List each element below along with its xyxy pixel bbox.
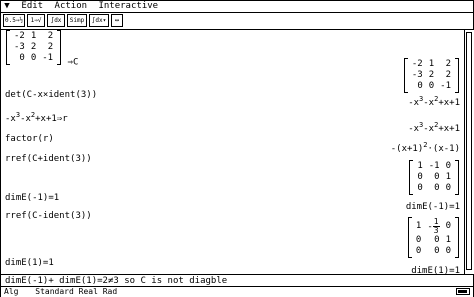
r-term-3: +x+1⇒r: [35, 114, 68, 124]
matrix-cell: 0: [445, 246, 451, 256]
matrix-cell: 1: [417, 161, 423, 171]
menu-bar: ▼ Edit Action Interactive: [1, 1, 473, 13]
matrix-cell: 1: [415, 221, 422, 231]
result-line-matrix: -2 1 2 -3 2 2 0 0 -1: [403, 58, 460, 96]
matrix-cell: -1: [440, 81, 451, 91]
fraction: 13: [432, 218, 440, 235]
matrix-cell: 0: [30, 53, 37, 63]
integral-label: ∫dx: [50, 17, 62, 24]
matrix-cell: -3: [411, 70, 423, 80]
simplify-label: Simp: [69, 17, 85, 24]
matrix-cell: -2: [14, 31, 25, 41]
matrix-cell: 2: [445, 70, 451, 80]
store-suffix: ⇒C: [67, 57, 79, 68]
scroll-thumb[interactable]: [466, 32, 472, 270]
input-line-rref-minus[interactable]: rref(C-ident(3)): [5, 211, 92, 221]
input-line-det[interactable]: det(C-x×ident(3)): [5, 90, 97, 100]
r-res-term-2: -x: [423, 124, 435, 134]
matrix-cell: 2: [428, 70, 435, 80]
matrix-cell: -2: [411, 59, 423, 69]
sqrt-label: 1⇒√: [30, 17, 42, 24]
menu-action[interactable]: Action: [52, 1, 91, 12]
det-term-1: -x: [408, 98, 420, 108]
matrix-cell: 0: [434, 183, 440, 193]
matrix-cell: 2: [30, 42, 37, 52]
input-matrix: -2 1 2 -3 2 2 0 0 -1: [5, 30, 62, 65]
matrix-cell: 0: [434, 246, 440, 256]
status-bar: Alg Standard Real Rad: [1, 286, 473, 297]
current-input-text[interactable]: dimE(-1)+ dimE(1)=2≠3 so C is not diagbl…: [5, 276, 227, 286]
factor-term-1: -(x+1): [390, 144, 424, 154]
matrix-cell: 1: [30, 31, 37, 41]
input-line-factor[interactable]: factor(r): [5, 134, 54, 144]
matrix-cell: 0: [434, 172, 440, 182]
swap-label: ↔: [114, 16, 120, 24]
matrix-cell: 0: [417, 81, 423, 91]
result-line-dim-pos1: dimE(1)=1: [411, 266, 460, 274]
result-line-rref-plus: 1 -1 0 001 000: [408, 160, 460, 198]
result-matrix: -2 1 2 -3 2 2 0 0 -1: [403, 58, 460, 93]
input-line-rref-plus[interactable]: rref(C+ident(3)): [5, 154, 92, 164]
matrix-cell: -1: [428, 161, 440, 171]
matrix-cell: 0: [417, 183, 423, 193]
matrix-cell: 2: [445, 59, 451, 69]
swap-button[interactable]: ↔: [111, 14, 123, 27]
input-line-store-r[interactable]: -x3-x2+x+1⇒r: [5, 112, 68, 125]
result-line-dim-neg1: dimE(-1)=1: [405, 202, 460, 212]
r-res-term-1: -x: [408, 124, 420, 134]
matrix-cell: 1: [445, 235, 451, 245]
result-line-factor: -(x+1)2·(x-1): [390, 142, 460, 155]
integral-button[interactable]: ∫dx: [47, 14, 65, 27]
r-term-1: -x: [5, 114, 16, 124]
matrix-cell: 0: [19, 53, 25, 63]
matrix-cell: 1: [428, 59, 435, 69]
matrix-cell-fraction: -13: [424, 218, 442, 235]
fraction-decimal-label: 0.5⇒½: [4, 17, 24, 24]
matrix-cell: -3: [14, 42, 25, 52]
calculator-window: ▼ Edit Action Interactive 0.5⇒½ 1⇒√ ∫dx …: [0, 0, 474, 297]
matrix-cell: 0: [445, 183, 451, 193]
r-term-2: -x: [20, 114, 31, 124]
input-line-dim-neg1[interactable]: dimE(-1)=1: [5, 193, 59, 203]
det-term-3: +x+1: [438, 98, 460, 108]
matrix-cell: 0: [434, 235, 440, 245]
matrix-cell: 1: [445, 172, 451, 182]
status-settings: Standard Real Rad: [35, 287, 118, 296]
det-term-2: -x: [423, 98, 435, 108]
simplify-button[interactable]: Simp: [67, 14, 87, 27]
result-line-store-r: -x3-x2+x+1: [408, 122, 460, 135]
matrix-cell: -1: [42, 53, 54, 63]
toolbar: 0.5⇒½ 1⇒√ ∫dx Simp ∫dx▾ ↔: [1, 13, 473, 30]
fraction-decimal-button[interactable]: 0.5⇒½: [3, 14, 25, 27]
factor-term-2: ·(x-1): [427, 144, 460, 154]
result-line-det: -x3-x2+x+1: [408, 96, 460, 109]
input-line-dim-pos1[interactable]: dimE(1)=1: [5, 258, 54, 268]
matrix-cell: 2: [47, 31, 54, 41]
rref-plus-matrix: 1 -1 0 001 000: [408, 160, 460, 195]
matrix-cell: 0: [415, 246, 422, 256]
matrix-cell: 0: [445, 161, 451, 171]
battery-icon: [456, 288, 470, 295]
rref-minus-matrix: 1 -13 0 001 000: [407, 217, 460, 258]
matrix-cell: 2: [47, 42, 54, 52]
r-res-term-3: +x+1: [438, 124, 460, 134]
sqrt-button[interactable]: 1⇒√: [27, 14, 45, 27]
result-line-rref-minus: 1 -13 0 001 000: [407, 217, 460, 261]
matrix-cell: 0: [415, 235, 422, 245]
menu-edit[interactable]: Edit: [18, 1, 46, 12]
matrix-cell: 0: [445, 221, 451, 231]
main-work-area[interactable]: -2 1 2 -3 2 2 0 0 -1 ⇒C -2 1 2 -3 2 2 0 0 -1 det(C-x…: [1, 30, 464, 274]
vertical-scrollbar[interactable]: [464, 30, 474, 274]
menu-interactive[interactable]: Interactive: [95, 1, 161, 12]
menu-dropdown-icon[interactable]: ▼: [1, 1, 13, 12]
calculus-menu-label: ∫dx▾: [91, 17, 107, 24]
matrix-cell: 0: [428, 81, 435, 91]
calculus-menu-button[interactable]: ∫dx▾: [89, 14, 109, 27]
input-line-define-matrix[interactable]: -2 1 2 -3 2 2 0 0 -1 ⇒C: [5, 30, 78, 68]
status-mode: Alg: [4, 287, 19, 296]
fraction-denominator: 3: [433, 226, 439, 235]
matrix-cell: 0: [417, 172, 423, 182]
